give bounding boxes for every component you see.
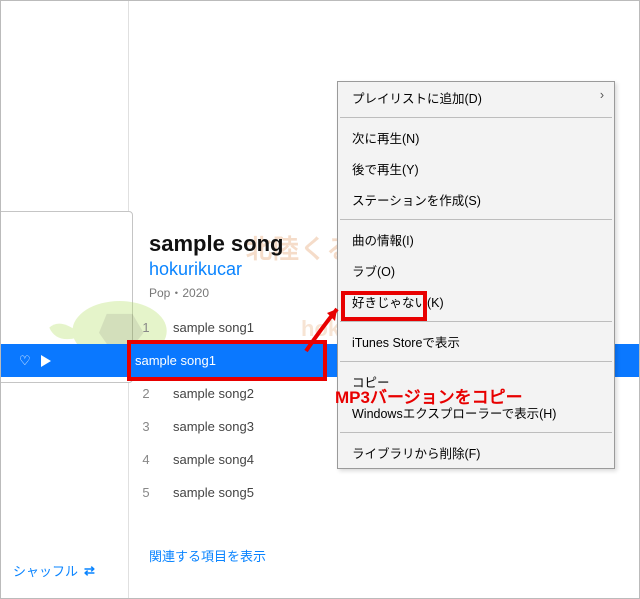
menu-separator (340, 432, 612, 433)
track-number: 2 (131, 386, 161, 401)
track-name: sample song4 (161, 452, 254, 467)
track-name: sample song1 (131, 353, 216, 368)
menu-delete-from-library[interactable]: ライブラリから削除(F) (338, 437, 614, 468)
track-name: sample song2 (161, 386, 254, 401)
left-panel (1, 1, 129, 598)
play-icon[interactable] (41, 355, 51, 367)
shuffle-icon: ⇄ (84, 563, 95, 579)
menu-song-info[interactable]: 曲の情報(I) (338, 224, 614, 255)
track-name: sample song1 (161, 320, 254, 335)
chevron-right-icon: › (600, 88, 604, 102)
menu-create-station[interactable]: ステーションを作成(S) (338, 184, 614, 215)
screenshot-root: 北陸くるま情報サイト hokurikucar.com sample song h… (0, 0, 640, 599)
track-number: 1 (131, 320, 161, 335)
track-name: sample song3 (161, 419, 254, 434)
shuffle-button[interactable]: シャッフル ⇄ (13, 561, 95, 580)
menu-play-later[interactable]: 後で再生(Y) (338, 153, 614, 184)
annotation-callout-text: MP3バージョンをコピー (335, 383, 523, 408)
menu-show-in-store[interactable]: iTunes Storeで表示 (338, 326, 614, 357)
related-items-link[interactable]: 関連する項目を表示 (149, 546, 266, 565)
heart-outline-icon[interactable]: ♡ (19, 353, 31, 369)
menu-separator (340, 321, 612, 322)
menu-separator (340, 219, 612, 220)
context-menu: プレイリストに追加(D) › 次に再生(N) 後で再生(Y) ステーションを作成… (337, 81, 615, 469)
track-name: sample song5 (161, 485, 254, 500)
track-number: 4 (131, 452, 161, 467)
menu-love[interactable]: ラブ(O) (338, 255, 614, 286)
menu-separator (340, 361, 612, 362)
shuffle-label: シャッフル (13, 561, 78, 580)
menu-play-next[interactable]: 次に再生(N) (338, 122, 614, 153)
track-number: 3 (131, 419, 161, 434)
track-number: 5 (131, 485, 161, 500)
menu-separator (340, 117, 612, 118)
menu-add-to-playlist[interactable]: プレイリストに追加(D) › (338, 82, 614, 113)
menu-label: プレイリストに追加(D) (352, 92, 482, 106)
track-row[interactable]: 5 sample song5 (131, 476, 639, 509)
menu-dislike[interactable]: 好きじゃない(K) (338, 286, 614, 317)
